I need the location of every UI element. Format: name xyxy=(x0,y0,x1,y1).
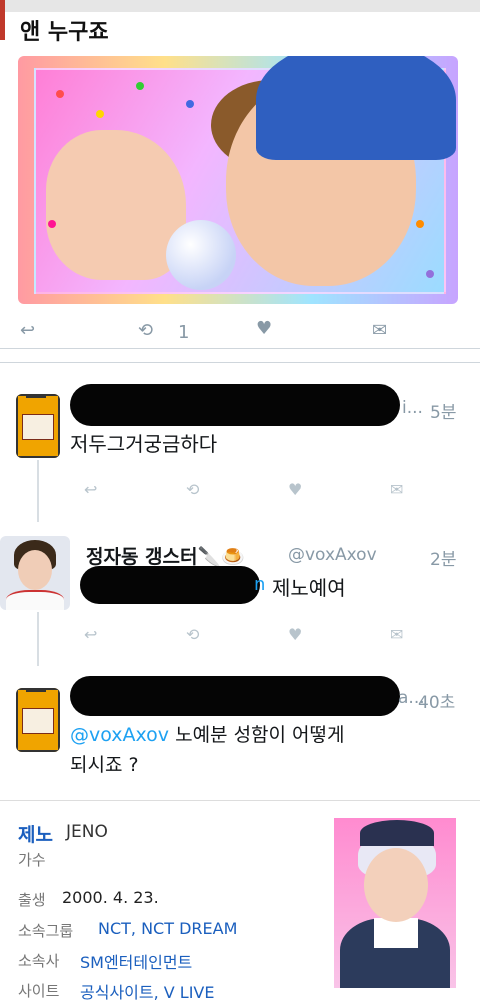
reply-text-line2: 되시죠 ? xyxy=(70,754,139,776)
avatar[interactable] xyxy=(16,688,60,752)
site-label: 사이트 xyxy=(18,982,60,1000)
bottle-label xyxy=(22,708,54,734)
profile-job: 가수 xyxy=(18,851,46,869)
redaction-mark xyxy=(70,676,400,716)
retweet-icon[interactable]: ⟲ xyxy=(186,482,199,498)
agency-value[interactable]: SM엔터테인먼트 xyxy=(80,949,192,973)
media-inner-frame xyxy=(34,56,456,294)
reply-name-tail: i... xyxy=(402,398,423,418)
media-hand xyxy=(46,130,186,280)
section-divider xyxy=(0,362,480,363)
group-value[interactable]: NCT, NCT DREAM xyxy=(98,919,237,938)
mention-link[interactable]: @voxAxov xyxy=(70,724,169,746)
section-divider xyxy=(0,348,480,349)
retweet-icon[interactable]: ⟲ xyxy=(186,627,199,643)
reply-icon[interactable]: ↩ xyxy=(84,482,97,498)
profile-name-en: JENO xyxy=(66,822,108,842)
reply-text-body: 노예분 성함이 어떻게 xyxy=(169,724,345,746)
dm-icon[interactable]: ✉ xyxy=(372,322,387,340)
reply-author-name[interactable]: 정자동 갱스터🔪🍮 xyxy=(86,542,245,569)
candy-dot xyxy=(186,100,194,108)
redaction-mark xyxy=(80,566,260,604)
like-icon[interactable]: ♥ xyxy=(256,320,272,338)
candy-dot xyxy=(416,220,424,228)
tweet-media-image[interactable] xyxy=(18,56,458,304)
bottle-label xyxy=(22,414,54,440)
group-label: 소속그룹 xyxy=(18,922,74,940)
birth-label: 출생 xyxy=(18,891,46,909)
reply-time: 5분 xyxy=(430,403,457,423)
reply-time: 2분 xyxy=(430,550,457,570)
reply-time: 40초 xyxy=(418,693,456,713)
mention-tail[interactable]: n xyxy=(254,574,265,595)
reply-text: 저두그거궁금하다 xyxy=(70,432,218,456)
bottle-cap xyxy=(26,394,46,398)
like-icon[interactable]: ♥ xyxy=(288,627,302,643)
dm-icon[interactable]: ✉ xyxy=(390,482,403,498)
dm-icon[interactable]: ✉ xyxy=(390,627,403,643)
post-title: 앤 누구죠 xyxy=(20,20,109,45)
profile-name-ko[interactable]: 제노 xyxy=(18,820,53,847)
top-cut-strip xyxy=(0,0,480,12)
site-value[interactable]: 공식사이트, V LIVE xyxy=(80,979,215,1003)
reply-text: 제노예여 xyxy=(272,576,346,600)
like-icon[interactable]: ♥ xyxy=(288,482,302,498)
candy-dot xyxy=(136,82,144,90)
photo-face xyxy=(364,848,428,922)
retweet-count: 1 xyxy=(178,322,190,343)
retweet-icon[interactable]: ⟲ xyxy=(138,322,153,340)
avatar[interactable] xyxy=(16,394,60,458)
reply-icon[interactable]: ↩ xyxy=(20,322,35,340)
avatar-shirt xyxy=(6,590,64,610)
photo-cap xyxy=(360,820,434,846)
bottle-cap xyxy=(26,688,46,692)
media-gum-bubble xyxy=(166,220,236,290)
avatar[interactable] xyxy=(0,536,70,610)
bottle-avatar-icon xyxy=(16,394,60,458)
reply-handle[interactable]: @voxAxov xyxy=(288,545,377,565)
candy-dot xyxy=(56,90,64,98)
avatar-face xyxy=(18,550,52,590)
left-accent-bar xyxy=(0,0,5,40)
photo-collar xyxy=(374,918,418,948)
bottle-avatar-icon xyxy=(16,688,60,752)
reply-icon[interactable]: ↩ xyxy=(84,627,97,643)
candy-dot xyxy=(96,110,104,118)
birth-value: 2000. 4. 23. xyxy=(62,888,159,907)
agency-label: 소속사 xyxy=(18,952,60,970)
thread-line xyxy=(37,612,39,666)
reply-text-line1: @voxAxov 노예분 성함이 어떻게 xyxy=(70,720,345,747)
candy-dot xyxy=(48,220,56,228)
profile-photo[interactable] xyxy=(334,818,456,988)
thread-line xyxy=(37,460,39,522)
media-hat xyxy=(256,56,456,160)
candy-dot xyxy=(426,270,434,278)
redaction-mark xyxy=(70,384,400,426)
